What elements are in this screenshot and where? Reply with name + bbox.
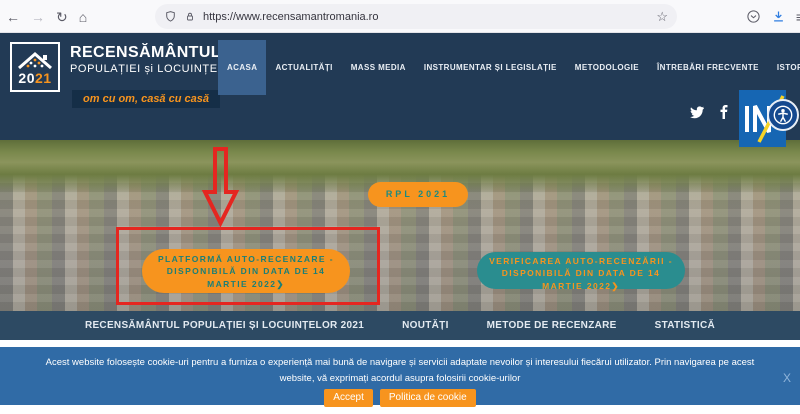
bookmark-star-icon[interactable]: ☆ bbox=[656, 9, 668, 25]
main-navigation: ACASA ACTUALITĂȚI MASS MEDIA INSTRUMENTA… bbox=[218, 40, 800, 95]
social-links bbox=[690, 105, 731, 119]
nav-item-istoric[interactable]: ISTORIC bbox=[768, 40, 800, 95]
nav-item-intrebari[interactable]: ÎNTREBĂRI FRECVENTE bbox=[648, 40, 768, 95]
home-icon[interactable]: ⌂ bbox=[79, 10, 87, 24]
cookie-banner: Acest website folosește cookie-uri pentr… bbox=[0, 347, 800, 408]
address-bar[interactable]: https://www.recensamantromania.ro ☆ bbox=[155, 4, 677, 29]
tracking-shield-icon[interactable] bbox=[164, 10, 177, 23]
lock-icon bbox=[187, 12, 193, 21]
rpl-2021-button[interactable]: RPL 2021 bbox=[368, 182, 468, 207]
cookie-buttons: Accept Politica de cookie bbox=[0, 389, 800, 408]
nav-item-mass-media[interactable]: MASS MEDIA bbox=[342, 40, 415, 95]
tagline-strip: om cu om, casă cu casă bbox=[72, 90, 220, 108]
verificare-auto-recenzare-button[interactable]: VERIFICAREA AUTO-RECENZĂRII - DISPONIBIL… bbox=[477, 252, 685, 291]
nav-item-acasa[interactable]: ACASA bbox=[218, 40, 267, 95]
logo-text: RECENSĂMÂNTUL POPULAȚIEI și LOCUINȚELOR … bbox=[70, 44, 243, 108]
accessibility-widget[interactable] bbox=[767, 99, 799, 131]
hero-city-image: RPL 2021 PLATFORMĂ AUTO-RECENZARE - DISP… bbox=[0, 140, 800, 311]
browser-nav-buttons: ← → ↻ ⌂ bbox=[6, 0, 87, 33]
menu-icon[interactable]: ≡ bbox=[796, 10, 800, 24]
cookie-accept-button[interactable]: Accept bbox=[324, 389, 373, 408]
browser-toolbar: ← → ↻ ⌂ https://www.recensamantromania.r… bbox=[0, 0, 800, 33]
accessibility-icon bbox=[773, 105, 793, 125]
subnav-item-statistica[interactable]: STATISTICĂ bbox=[655, 320, 715, 331]
pocket-icon[interactable] bbox=[746, 9, 761, 24]
annotation-arrow-icon bbox=[201, 147, 240, 228]
nav-item-instrumentar[interactable]: INSTRUMENTAR ȘI LEGISLAȚIE bbox=[415, 40, 566, 95]
back-icon[interactable]: ← bbox=[6, 10, 20, 24]
url-text[interactable]: https://www.recensamantromania.ro bbox=[203, 11, 649, 23]
facebook-icon[interactable] bbox=[717, 105, 731, 119]
toolbar-right-icons: ≡ bbox=[746, 0, 800, 33]
forward-icon[interactable]: → bbox=[31, 10, 45, 24]
site-logo[interactable]: 2021 bbox=[10, 42, 60, 92]
download-icon[interactable] bbox=[771, 9, 786, 24]
twitter-icon[interactable] bbox=[690, 105, 704, 119]
subnav-item-recensamant[interactable]: RECENSĂMÂNTUL POPULAȚIEI ȘI LOCUINȚELOR … bbox=[85, 320, 364, 331]
subnav-item-noutati[interactable]: NOUTĂȚI bbox=[402, 320, 449, 331]
nav-item-metodologie[interactable]: METODOLOGIE bbox=[566, 40, 648, 95]
logo-year: 2021 bbox=[18, 70, 52, 86]
site-subtitle: POPULAȚIEI și LOCUINȚELOR bbox=[70, 62, 243, 75]
cookie-close-icon[interactable]: X bbox=[783, 371, 791, 385]
nav-item-actualitati[interactable]: ACTUALITĂȚI bbox=[266, 40, 341, 95]
secondary-navigation: RECENSĂMÂNTUL POPULAȚIEI ȘI LOCUINȚELOR … bbox=[0, 311, 800, 340]
cookie-message: Acest website folosește cookie-uri pentr… bbox=[45, 357, 755, 384]
cookie-policy-button[interactable]: Politica de cookie bbox=[379, 389, 476, 408]
site-header: 2021 RECENSĂMÂNTUL POPULAȚIEI și LOCUINȚ… bbox=[0, 33, 800, 147]
subnav-item-metode[interactable]: METODE DE RECENZARE bbox=[487, 320, 617, 331]
platform-auto-recenzare-button[interactable]: PLATFORMĂ AUTO-RECENZARE - DISPONIBILĂ D… bbox=[142, 249, 350, 293]
screenshot-root: ← → ↻ ⌂ https://www.recensamantromania.r… bbox=[0, 0, 800, 414]
reload-icon[interactable]: ↻ bbox=[56, 10, 68, 24]
site-tagline: om cu om, casă cu casă bbox=[83, 93, 209, 105]
site-title: RECENSĂMÂNTUL bbox=[70, 44, 221, 61]
